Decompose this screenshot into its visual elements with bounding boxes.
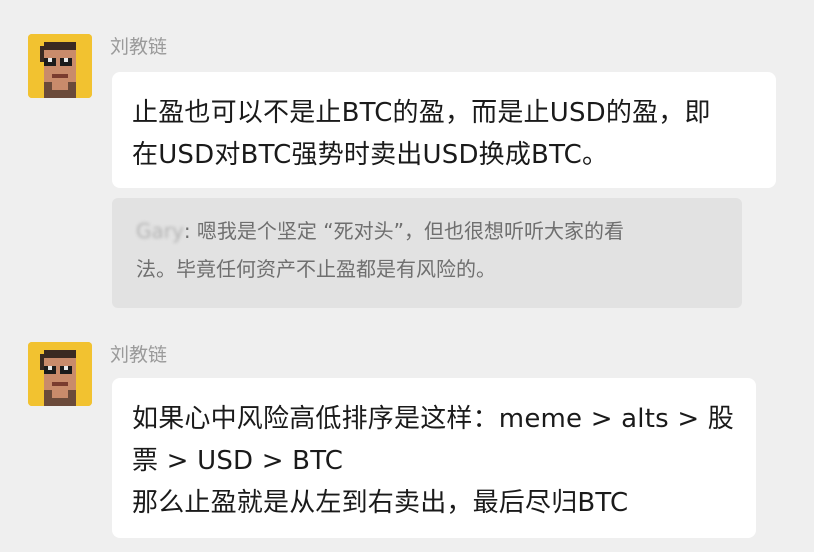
message-text-line: 如果心中风险高低排序是这样：meme > alts > 股 — [132, 404, 734, 434]
message-text-line: 票 > USD > BTC — [132, 446, 344, 476]
sender-name: 刘教链 — [110, 344, 168, 366]
avatar[interactable] — [28, 342, 92, 406]
pixel-avatar-icon — [28, 342, 92, 406]
chat-message-2: 刘教链 如果心中风险高低排序是这样：meme > alts > 股 票 > US… — [0, 0, 814, 552]
message-bubble[interactable]: 如果心中风险高低排序是这样：meme > alts > 股 票 > USD > … — [112, 378, 756, 538]
message-text-line: 那么止盈就是从左到右卖出，最后尽归BTC — [132, 488, 629, 518]
